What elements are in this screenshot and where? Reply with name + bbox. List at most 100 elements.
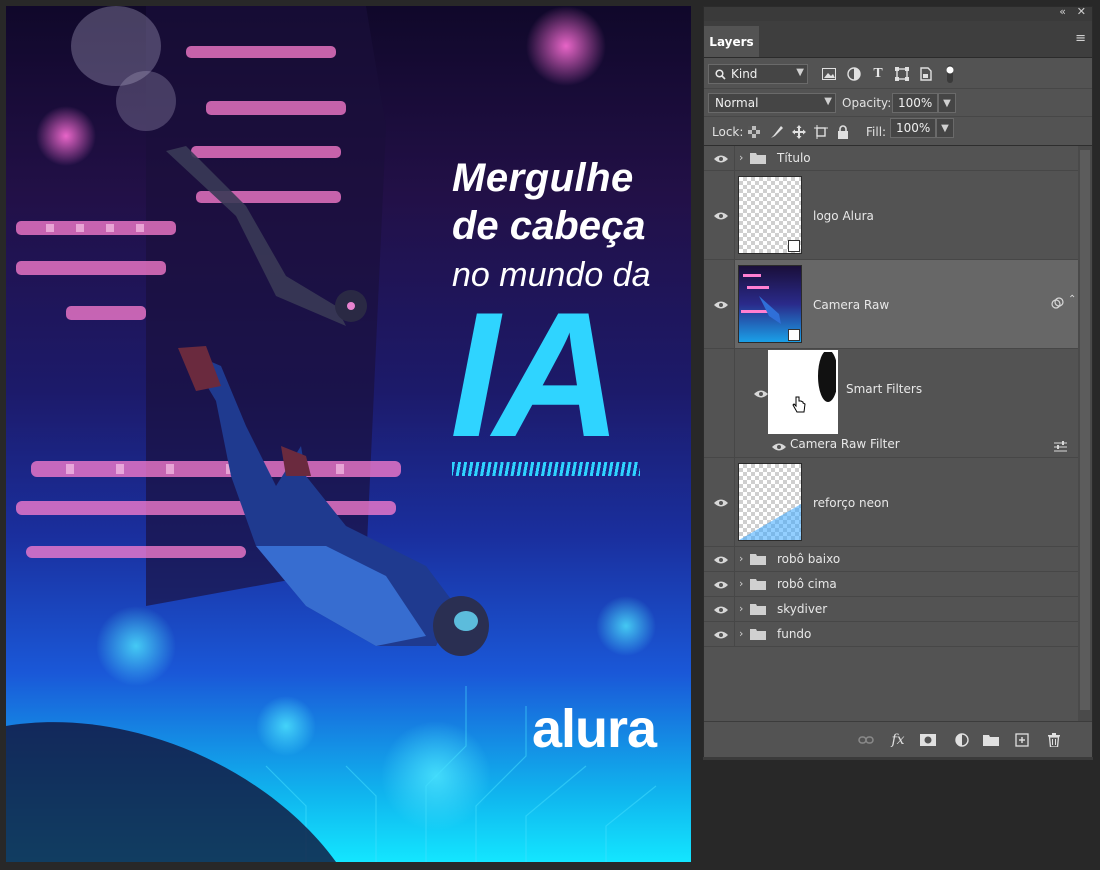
- blend-mode-value: Normal: [715, 96, 759, 110]
- layer-group-fundo[interactable]: › fundo: [704, 622, 1078, 647]
- layer-group-robo-baixo[interactable]: › robô baixo: [704, 547, 1078, 572]
- layer-thumbnail: [738, 176, 802, 254]
- eye-icon[interactable]: [714, 630, 728, 640]
- filter-kind-label: Kind: [731, 67, 758, 81]
- lock-transparent-icon[interactable]: [747, 125, 761, 139]
- layer-name: robô cima: [777, 577, 837, 591]
- layers-list: › Título logo Alura Camera Raw ⌃ Smart F…: [704, 146, 1078, 721]
- alura-logo: alura: [532, 699, 657, 759]
- filter-toggle-icon[interactable]: [942, 65, 958, 83]
- eye-icon[interactable]: [714, 555, 728, 565]
- eye-icon[interactable]: [714, 580, 728, 590]
- search-icon: [715, 69, 726, 80]
- filter-kind-dropdown[interactable]: Kind ▼: [708, 64, 808, 84]
- folder-icon: [750, 604, 766, 615]
- hand-cursor-icon: [792, 396, 806, 413]
- eye-icon[interactable]: [714, 154, 728, 164]
- chevron-down-icon: ▼: [796, 67, 804, 78]
- expand-chevron-icon[interactable]: ›: [739, 577, 743, 590]
- filter-options-icon[interactable]: [1054, 441, 1067, 452]
- fill-label: Fill:: [866, 125, 887, 139]
- eye-icon[interactable]: [714, 605, 728, 615]
- smart-filter-mask-thumbnail[interactable]: [768, 350, 838, 434]
- layers-panel: « ✕ Layers ≡ Kind ▼ T Normal ▼ Opacity: …: [703, 5, 1093, 758]
- layer-group-titulo[interactable]: › Título: [704, 146, 1078, 171]
- scrollbar-thumb[interactable]: [1080, 150, 1090, 710]
- panel-bottom-toolbar: fx: [704, 721, 1092, 758]
- folder-icon: [750, 153, 766, 164]
- delete-layer-icon[interactable]: [1046, 732, 1062, 748]
- fill-dropdown-icon[interactable]: ▼: [936, 118, 954, 138]
- poster-stripe: [452, 462, 640, 476]
- eye-icon[interactable]: [754, 389, 768, 399]
- filter-smart-object-icon[interactable]: [918, 66, 934, 82]
- layer-name: robô baixo: [777, 552, 841, 566]
- layer-group-robo-cima[interactable]: › robô cima: [704, 572, 1078, 597]
- lock-image-icon[interactable]: [770, 125, 784, 139]
- link-layers-icon[interactable]: [858, 732, 874, 748]
- adjustment-layer-icon[interactable]: [954, 732, 970, 748]
- opacity-label: Opacity:: [842, 96, 892, 110]
- filter-adjustment-icon[interactable]: [846, 66, 862, 82]
- expand-chevron-icon[interactable]: ›: [739, 627, 743, 640]
- eye-icon[interactable]: [714, 300, 728, 310]
- expand-chevron-icon[interactable]: ›: [739, 552, 743, 565]
- collapse-effects-icon[interactable]: ⌃: [1068, 294, 1076, 305]
- document-canvas[interactable]: Mergulhe de cabeça no mundo da IA alura: [6, 6, 691, 862]
- layer-reforco-neon[interactable]: reforço neon: [704, 458, 1078, 547]
- filter-pixel-icon[interactable]: [821, 66, 837, 82]
- opacity-dropdown-icon[interactable]: ▼: [938, 93, 956, 113]
- expand-chevron-icon[interactable]: ›: [739, 602, 743, 615]
- poster-headline-line1: Mergulhe: [452, 156, 634, 200]
- layer-camera-raw[interactable]: Camera Raw ⌃: [704, 260, 1078, 349]
- panel-title-bar: « ✕: [704, 5, 1092, 21]
- poster-big-ia: IA: [450, 275, 622, 474]
- eye-icon[interactable]: [714, 211, 728, 221]
- tab-layers[interactable]: Layers: [704, 26, 759, 57]
- smart-object-badge-icon: [788, 240, 800, 252]
- filter-name[interactable]: Camera Raw Filter: [790, 437, 900, 451]
- fx-icon[interactable]: fx: [890, 732, 906, 748]
- eye-icon[interactable]: [772, 442, 786, 452]
- eye-icon[interactable]: [714, 498, 728, 508]
- layer-thumbnail: [738, 265, 802, 343]
- visibility-column: [704, 349, 735, 457]
- fill-input[interactable]: 100%: [890, 118, 936, 138]
- expand-chevron-icon[interactable]: ›: [739, 151, 743, 164]
- folder-icon: [750, 579, 766, 590]
- close-panel-icon[interactable]: ✕: [1077, 5, 1086, 18]
- layer-name: Camera Raw: [813, 298, 890, 312]
- collapse-panel-icon[interactable]: «: [1059, 5, 1066, 18]
- layer-name: logo Alura: [813, 209, 874, 223]
- add-mask-icon[interactable]: [920, 732, 936, 748]
- layers-scrollbar[interactable]: [1078, 146, 1092, 721]
- layer-name: skydiver: [777, 602, 828, 616]
- panel-tab-bar: Layers ≡: [704, 21, 1092, 58]
- layer-name: Smart Filters: [846, 382, 923, 396]
- lock-position-icon[interactable]: [792, 125, 806, 139]
- panel-resize-handle[interactable]: [703, 757, 1093, 760]
- new-layer-icon[interactable]: [1014, 732, 1030, 748]
- layer-name: reforço neon: [813, 496, 889, 510]
- layer-thumbnail: [738, 463, 802, 541]
- blend-row: Normal ▼ Opacity: 100% ▼: [704, 89, 1092, 117]
- poster-headline-line2: de cabeça: [452, 204, 646, 248]
- opacity-input[interactable]: 100%: [892, 93, 938, 113]
- filter-shape-icon[interactable]: [894, 66, 910, 82]
- smart-filters-indicator-icon[interactable]: [1051, 297, 1064, 310]
- panel-menu-icon[interactable]: ≡: [1075, 31, 1086, 46]
- lock-label: Lock:: [712, 125, 744, 139]
- lock-all-icon[interactable]: [836, 125, 850, 139]
- layer-name: Título: [777, 151, 811, 165]
- folder-icon: [750, 629, 766, 640]
- lock-artboard-icon[interactable]: [814, 125, 828, 139]
- chevron-down-icon: ▼: [824, 96, 832, 107]
- new-group-icon[interactable]: [983, 732, 999, 748]
- blend-mode-dropdown[interactable]: Normal ▼: [708, 93, 836, 113]
- layer-group-skydiver[interactable]: › skydiver: [704, 597, 1078, 622]
- layer-logo-alura[interactable]: logo Alura: [704, 171, 1078, 260]
- folder-icon: [750, 554, 766, 565]
- layer-smart-filters[interactable]: Smart Filters Camera Raw Filter: [704, 349, 1078, 458]
- smart-object-badge-icon: [788, 329, 800, 341]
- filter-type-icon[interactable]: T: [870, 66, 886, 82]
